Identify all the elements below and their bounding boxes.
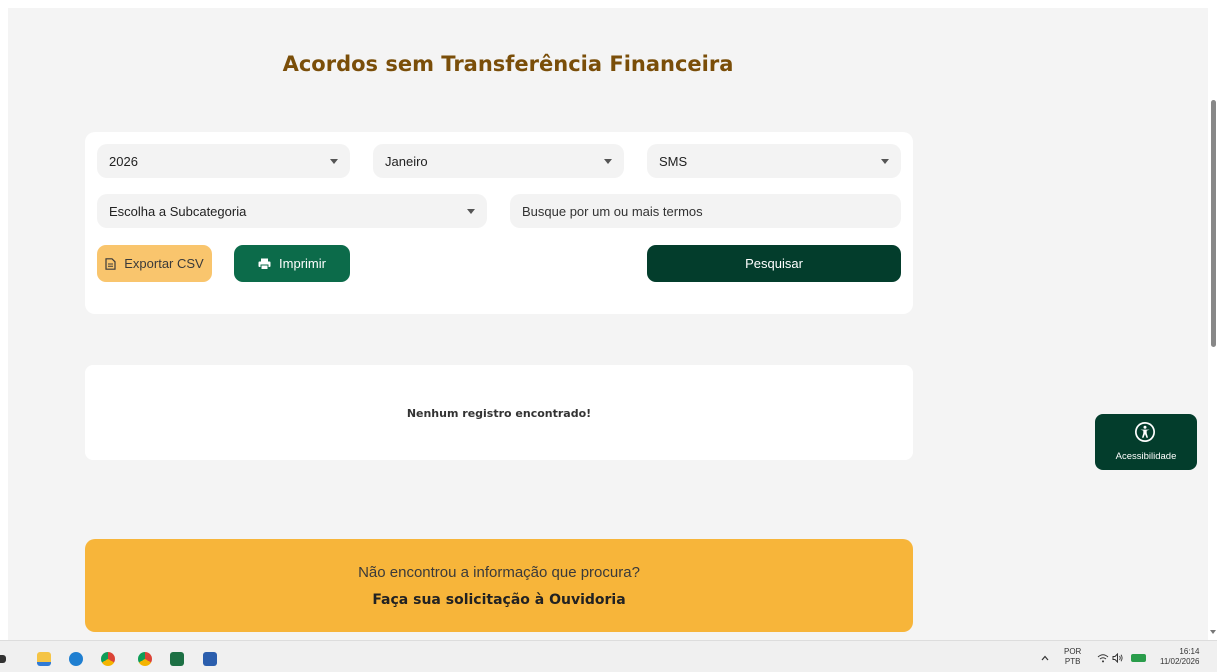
- ouvidoria-link[interactable]: Faça sua solicitação à Ouvidoria: [85, 592, 913, 608]
- filter-panel: 2026 Janeiro SMS Escolha a Subcategoria …: [85, 132, 913, 314]
- page-title: Acordos sem Transferência Financeira: [282, 52, 734, 76]
- subcategory-select[interactable]: Escolha a Subcategoria: [97, 194, 487, 228]
- app-tray-icon[interactable]: [1131, 654, 1146, 662]
- search-input-placeholder: Busque por um ou mais termos: [522, 203, 703, 219]
- results-panel: Nenhum registro encontrado!: [85, 365, 913, 460]
- print-button[interactable]: Imprimir: [234, 245, 350, 282]
- search-input[interactable]: Busque por um ou mais termos: [510, 194, 901, 228]
- chevron-down-icon: [604, 159, 612, 164]
- excel-icon[interactable]: [170, 652, 184, 666]
- scroll-down-arrow-icon[interactable]: [1210, 630, 1216, 634]
- wifi-icon[interactable]: [1097, 653, 1109, 663]
- chrome-icon[interactable]: [101, 652, 115, 666]
- taskbar: POR PTB 16:14 11/02/2026: [0, 640, 1217, 672]
- search-button[interactable]: Pesquisar: [647, 245, 901, 282]
- page-content: Acordos sem Transferência Financeira 202…: [8, 8, 1208, 640]
- print-label: Imprimir: [279, 256, 326, 271]
- chevron-down-icon: [881, 159, 889, 164]
- export-csv-label: Exportar CSV: [124, 256, 204, 271]
- category-select-value: SMS: [659, 153, 688, 169]
- accessibility-label: Acessibilidade: [1115, 451, 1177, 462]
- accessibility-icon: [1135, 422, 1155, 442]
- speaker-icon[interactable]: [1112, 653, 1124, 663]
- language-code: POR: [1064, 647, 1082, 656]
- printer-icon: [258, 258, 271, 270]
- clock[interactable]: 16:14 11/02/2026: [1160, 647, 1199, 667]
- category-select[interactable]: SMS: [647, 144, 901, 178]
- scrollbar[interactable]: [1208, 0, 1217, 640]
- export-csv-button[interactable]: Exportar CSV: [97, 245, 212, 282]
- chevron-up-icon[interactable]: [1041, 655, 1049, 661]
- file-explorer-icon[interactable]: [37, 652, 51, 666]
- clock-date: 11/02/2026: [1160, 657, 1200, 666]
- input-language[interactable]: POR PTB: [1064, 647, 1081, 667]
- ouvidoria-question: Não encontrou a informação que procura?: [358, 564, 640, 581]
- month-select[interactable]: Janeiro: [373, 144, 624, 178]
- month-select-value: Janeiro: [385, 153, 428, 169]
- ouvidoria-banner: Não encontrou a informação que procura? …: [85, 539, 913, 632]
- clock-time: 16:14: [1179, 647, 1200, 656]
- task-view-icon[interactable]: [0, 655, 6, 663]
- accessibility-button[interactable]: Acessibilidade: [1095, 414, 1197, 470]
- edge-icon[interactable]: [69, 652, 83, 666]
- chevron-down-icon: [467, 209, 475, 214]
- empty-results-message: Nenhum registro encontrado!: [406, 407, 592, 420]
- keyboard-layout: PTB: [1064, 657, 1081, 666]
- subcategory-select-value: Escolha a Subcategoria: [109, 203, 247, 219]
- scrollbar-thumb[interactable]: [1211, 100, 1216, 347]
- word-icon[interactable]: [203, 652, 217, 666]
- chevron-down-icon: [330, 159, 338, 164]
- search-button-label: Pesquisar: [745, 256, 803, 271]
- chrome-profile-icon[interactable]: [138, 652, 152, 666]
- year-select[interactable]: 2026: [97, 144, 350, 178]
- file-icon: [105, 257, 116, 270]
- year-select-value: 2026: [109, 153, 138, 169]
